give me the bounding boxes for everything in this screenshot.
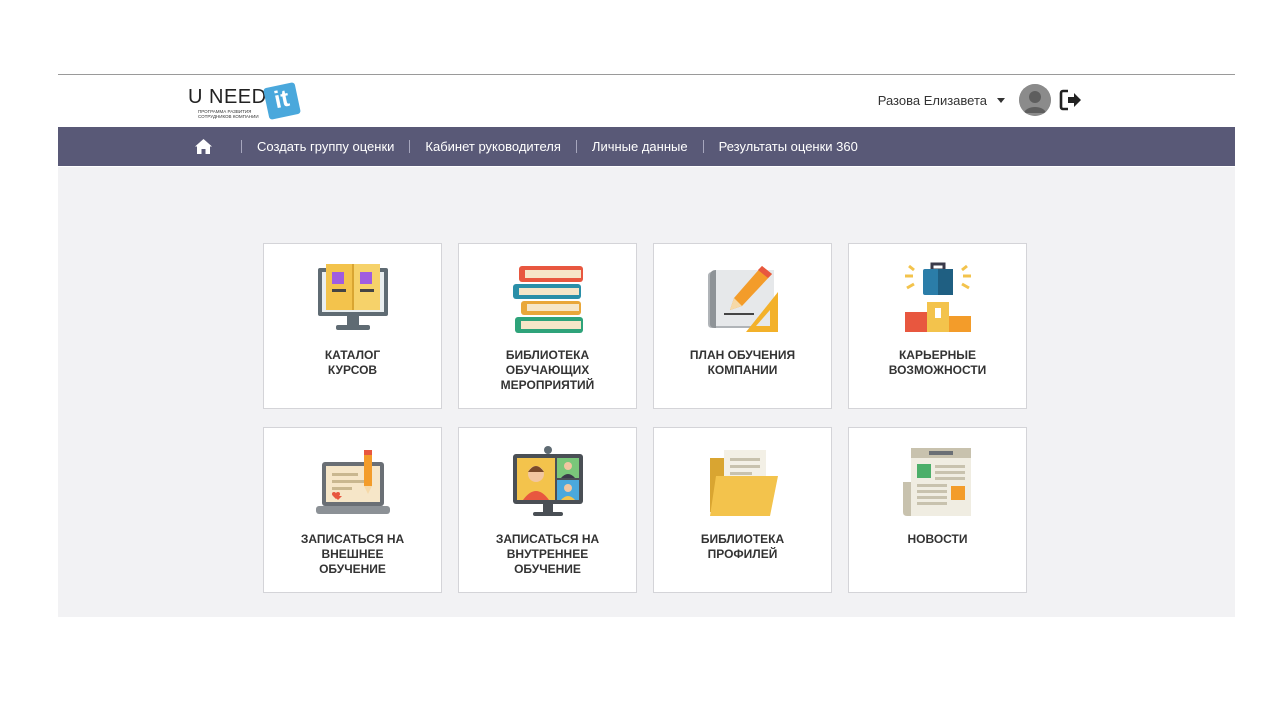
tile-label: ПЛАН ОБУЧЕНИЯ КОМПАНИИ (689, 348, 796, 377)
header: U NEED it ПРОГРАММА РАЗВИТИЯ СОТРУДНИКОВ… (58, 75, 1235, 127)
user-menu: Разова Елизавета (878, 84, 1083, 116)
chevron-down-icon[interactable] (997, 97, 1005, 103)
logo-subtitle: ПРОГРАММА РАЗВИТИЯ СОТРУДНИКОВ КОМПАНИИ (198, 109, 259, 119)
tile-label: КАТАЛОГ КУРСОВ (324, 348, 381, 377)
nav-divider (575, 140, 577, 153)
user-name-dropdown[interactable]: Разова Елизавета (878, 93, 987, 108)
home-icon[interactable] (194, 139, 212, 155)
tile-internal-training[interactable]: ЗАПИСАТЬСЯ НА ВНУТРЕННЕЕ ОБУЧЕНИЕ (458, 427, 637, 593)
person-icon (1019, 84, 1051, 116)
tile-company-training-plan[interactable]: ПЛАН ОБУЧЕНИЯ КОМПАНИИ (653, 243, 832, 409)
tile-label: ЗАПИСАТЬСЯ НА ВНЕШНЕЕ ОБУЧЕНИЕ (300, 532, 405, 576)
laptop-pencil-icon (316, 450, 390, 514)
logout-icon[interactable] (1059, 88, 1083, 112)
tile-label: БИБЛИОТЕКА ОБУЧАЮЩИХ МЕРОПРИЯТИЙ (500, 348, 595, 392)
briefcase-podium-icon (905, 262, 971, 332)
tile-events-library[interactable]: БИБЛИОТЕКА ОБУЧАЮЩИХ МЕРОПРИЯТИЙ (458, 243, 637, 409)
blueprint-pencil-icon (708, 266, 778, 332)
logo[interactable]: U NEED it ПРОГРАММА РАЗВИТИЯ СОТРУДНИКОВ… (188, 79, 308, 123)
nav-item-create-group[interactable]: Создать группу оценки (257, 139, 394, 154)
tile-profiles-library[interactable]: БИБЛИОТЕКА ПРОФИЛЕЙ (653, 427, 832, 593)
main-nav: Создать группу оценки Кабинет руководите… (58, 127, 1235, 166)
tile-label: ЗАПИСАТЬСЯ НА ВНУТРЕННЕЕ ОБУЧЕНИЕ (495, 532, 600, 576)
video-conference-icon (513, 446, 583, 516)
content-area: КАТАЛОГ КУРСОВ БИБЛИОТЕКА ОБУЧАЮЩИХ МЕРО… (58, 167, 1235, 617)
monitor-book-icon (318, 264, 388, 330)
nav-item-manager-cabinet[interactable]: Кабинет руководителя (425, 139, 560, 154)
avatar[interactable] (1019, 84, 1051, 116)
tile-label: НОВОСТИ (907, 532, 968, 546)
tile-external-training[interactable]: ЗАПИСАТЬСЯ НА ВНЕШНЕЕ ОБУЧЕНИЕ (263, 427, 442, 593)
nav-divider (241, 140, 242, 153)
nav-item-results-360[interactable]: Результаты оценки 360 (719, 139, 858, 154)
newspaper-icon (903, 448, 971, 516)
nav-item-personal-data[interactable]: Личные данные (592, 139, 688, 154)
tile-label: БИБЛИОТЕКА ПРОФИЛЕЙ (700, 532, 785, 561)
tile-career-opportunities[interactable]: КАРЬЕРНЫЕ ВОЗМОЖНОСТИ (848, 243, 1027, 409)
tile-news[interactable]: НОВОСТИ (848, 427, 1027, 593)
nav-divider (702, 140, 704, 153)
folder-icon (710, 450, 778, 516)
nav-divider (409, 140, 411, 153)
app-frame: U NEED it ПРОГРАММА РАЗВИТИЯ СОТРУДНИКОВ… (58, 74, 1235, 617)
books-stack-icon (513, 266, 583, 333)
tile-label: КАРЬЕРНЫЕ ВОЗМОЖНОСТИ (888, 348, 987, 377)
logo-text: U NEED (188, 86, 267, 108)
tile-course-catalog[interactable]: КАТАЛОГ КУРСОВ (263, 243, 442, 409)
